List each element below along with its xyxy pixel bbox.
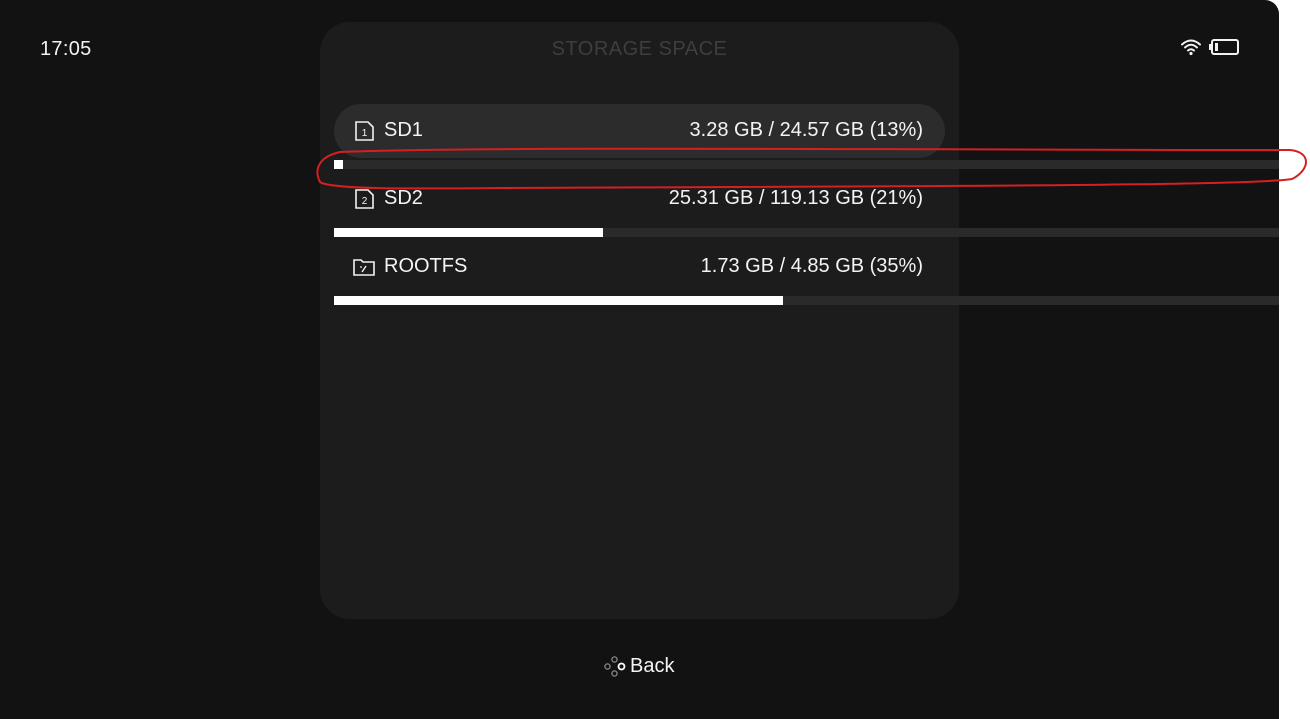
back-button[interactable]: Back [603, 655, 674, 678]
storage-row-rootfs[interactable]: ROOTFS 1.73 GB / 4.85 GB (35%) [334, 240, 945, 294]
storage-label: SD2 [384, 187, 423, 209]
storage-usage: 3.28 GB / 24.57 GB (13%) [689, 119, 923, 141]
storage-usage: 25.31 GB / 119.13 GB (21%) [668, 187, 923, 209]
status-icons [1181, 38, 1239, 56]
status-time: 17:05 [40, 38, 92, 60]
sd-card-2-icon: 2 [355, 189, 374, 209]
folder-root-icon [353, 259, 375, 276]
back-label: Back [630, 655, 675, 677]
usage-bar-sd1 [334, 160, 1279, 169]
storage-label: SD1 [384, 119, 423, 141]
battery-icon [1209, 39, 1239, 55]
usage-bar-sd2 [334, 228, 1279, 237]
storage-usage: 1.73 GB / 4.85 GB (35%) [700, 255, 923, 277]
storage-row-sd1[interactable]: 1 SD1 3.28 GB / 24.57 GB (13%) [334, 104, 945, 158]
usage-bar-fill [334, 228, 604, 237]
sd-card-1-icon: 1 [355, 121, 374, 141]
panel-title: STORAGE SPACE [551, 38, 728, 60]
usage-bar-fill [334, 296, 783, 305]
usage-bar-rootfs [334, 296, 1279, 305]
storage-label: ROOTFS [384, 255, 468, 277]
usage-bar-fill [334, 160, 344, 169]
svg-text:1: 1 [362, 128, 368, 139]
wifi-icon [1181, 39, 1201, 56]
gamepad-button-icon [604, 656, 626, 677]
device-screen: 17:05 STORAGE SPACE 1 SD1 3.28 GB / 24.5… [0, 0, 1279, 719]
storage-row-sd2[interactable]: 2 SD2 25.31 GB / 119.13 GB (21%) [334, 172, 945, 226]
svg-text:2: 2 [362, 196, 368, 207]
